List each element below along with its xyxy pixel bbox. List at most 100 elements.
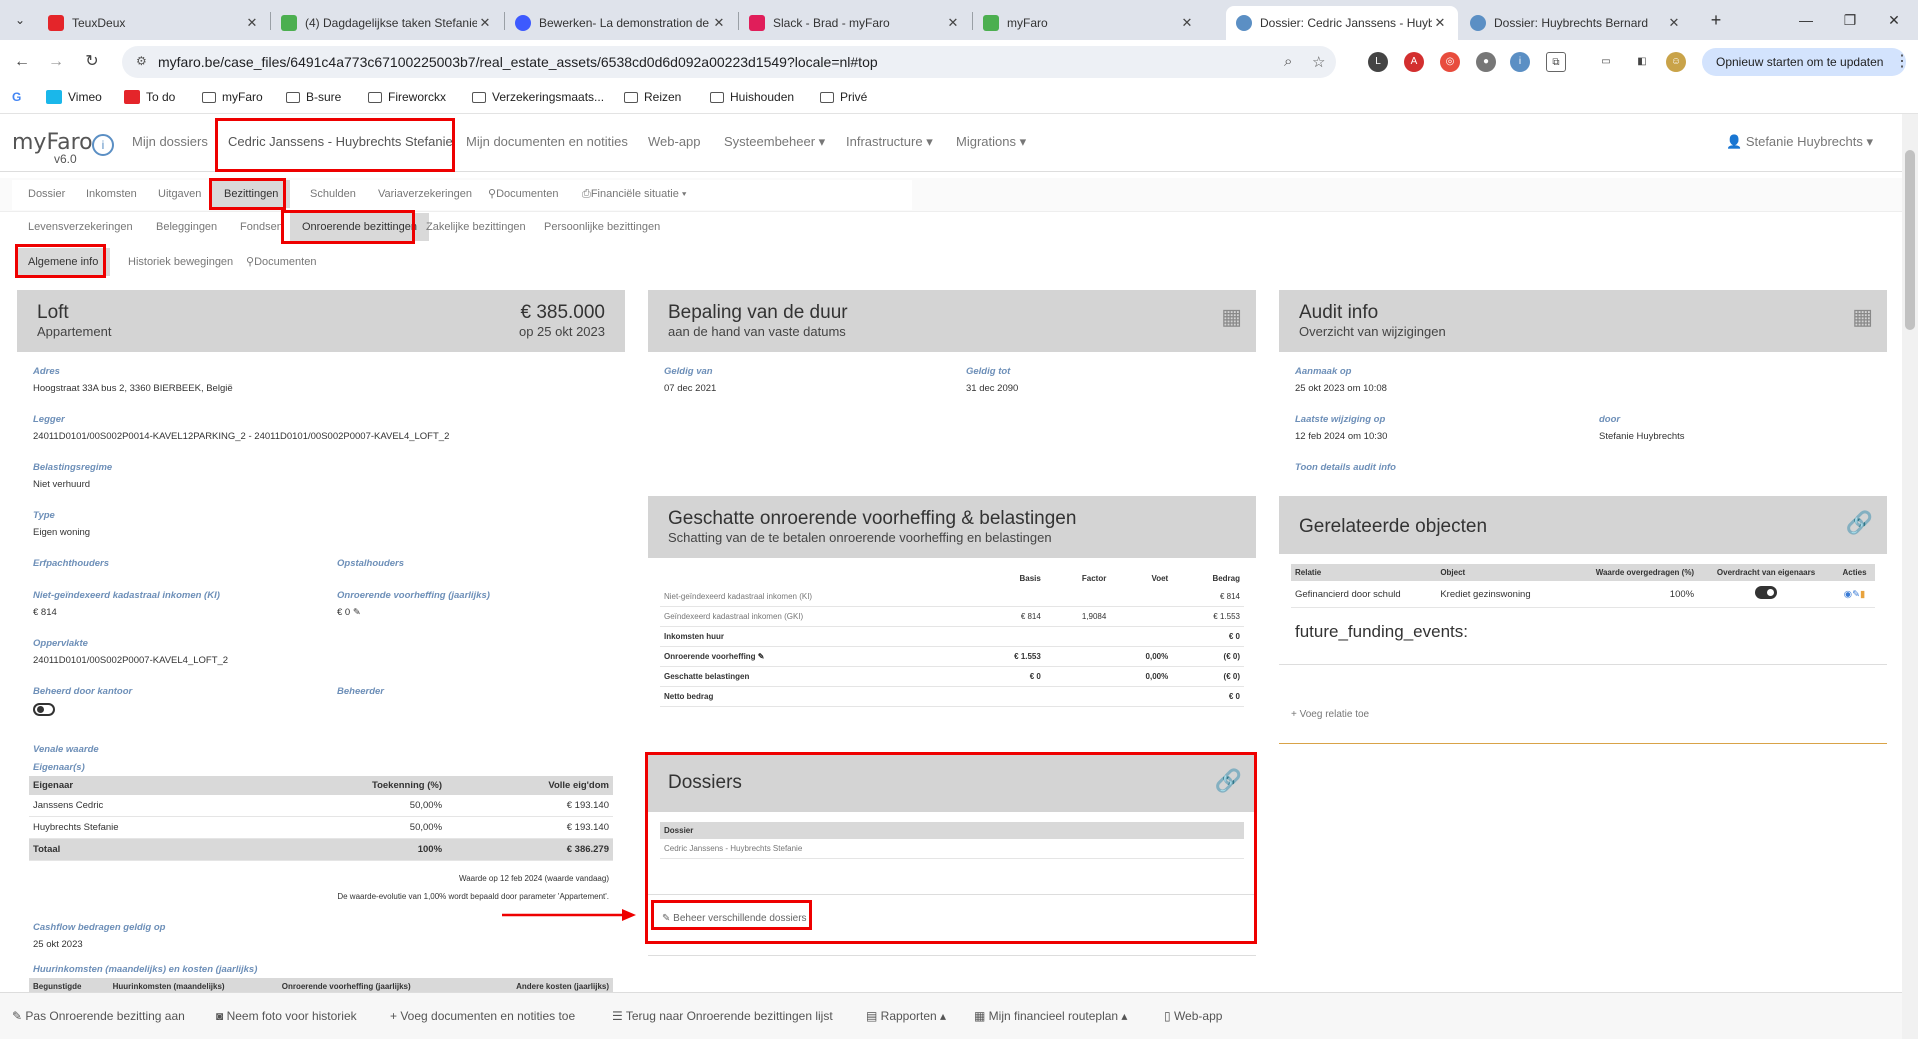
nav-mijn-dossiers[interactable]: Mijn dossiers [132, 134, 208, 149]
bookmark-star-icon[interactable]: ☆ [1312, 53, 1325, 71]
sidepanel-icon[interactable]: ◧ [1632, 52, 1652, 72]
forward-icon[interactable]: → [44, 50, 68, 74]
back-to-list-button[interactable]: ☰ Terug naar Onroerende bezittingen lijs… [612, 1009, 833, 1023]
tab-persoonlijke-bezittingen[interactable]: Persoonlijke bezittingen [532, 213, 672, 241]
bookmark-prive[interactable]: Privé [820, 90, 867, 104]
cast-icon[interactable]: ▭ [1596, 52, 1616, 72]
update-button[interactable]: Opnieuw starten om te updaten [1702, 48, 1906, 76]
extension-icon[interactable]: ◎ [1440, 52, 1460, 72]
close-icon[interactable]: ✕ [244, 15, 260, 31]
browser-tab[interactable]: (4) Dagdagelijkse taken Stefanie ✕ [271, 6, 503, 40]
beheerd-toggle[interactable] [33, 703, 55, 716]
nav-migrations[interactable]: Migrations ▾ [956, 134, 1026, 150]
minimize-icon[interactable]: — [1786, 6, 1826, 34]
extension-icon[interactable]: L [1368, 52, 1388, 72]
google-icon[interactable]: G [12, 90, 21, 104]
nav-webapp[interactable]: Web-app [648, 134, 701, 149]
bookmark-huishouden[interactable]: Huishouden [710, 90, 794, 104]
tab-search-icon[interactable]: ⌄ [8, 8, 32, 32]
slack-icon [749, 15, 765, 31]
geldig-van-value: 07 dec 2021 [664, 383, 717, 394]
adblock-icon[interactable]: A [1404, 52, 1424, 72]
extension-icon[interactable]: ● [1476, 52, 1496, 72]
subnav-primary: Dossier Inkomsten Uitgaven Bezittingen S… [12, 180, 912, 210]
browser-tab-active[interactable]: Dossier: Cedric Janssens - Huyb ✕ [1226, 6, 1458, 40]
audit-details-link[interactable]: Toon details audit info [1295, 462, 1396, 473]
tab-documenten[interactable]: ⚲Documenten [476, 180, 570, 208]
close-icon[interactable]: ✕ [945, 15, 961, 31]
close-icon[interactable]: ✕ [1432, 15, 1448, 31]
print-icon: ⎙ [582, 188, 591, 200]
tab-uitgaven[interactable]: Uitgaven [146, 180, 213, 208]
highlight-box [215, 118, 455, 172]
add-relation-button[interactable]: + Voeg relatie toe [1291, 709, 1369, 720]
tab-variaverzekeringen[interactable]: Variaverzekeringen [366, 180, 484, 208]
tab-financiele-situatie[interactable]: ⎙Financiële situatie ▾ [570, 180, 699, 208]
calendar-icon: ▦ [1221, 304, 1242, 329]
address-bar[interactable]: ⚙ myfaro.be/case_files/6491c4a773c671002… [122, 46, 1336, 78]
geldig-tot-value: 31 dec 2090 [966, 383, 1019, 394]
tab-documenten-sub[interactable]: ⚲Documenten [234, 248, 328, 276]
audit-panel: Audit info Overzicht van wijzigingen ▦ A… [1279, 290, 1887, 473]
loft-title: Loft [37, 302, 69, 323]
page-scrollbar[interactable] [1902, 114, 1918, 1039]
tab-historiek[interactable]: Historiek bewegingen [116, 248, 245, 276]
overdracht-toggle[interactable] [1755, 586, 1778, 599]
new-tab-button[interactable]: + [1704, 8, 1728, 32]
bookmark-myfaro[interactable]: myFaro [202, 90, 263, 104]
site-info-icon[interactable]: ⚙ [136, 54, 147, 68]
bookmark-verzekering[interactable]: Verzekeringsmaats... [472, 90, 604, 104]
edit-icon[interactable]: ✎ [1852, 589, 1860, 600]
browser-tab[interactable]: Bewerken- La demonstration de ✕ [505, 6, 737, 40]
bookmark-fireworckx[interactable]: Fireworckx [368, 90, 446, 104]
browser-tab[interactable]: TeuxDeux ✕ [38, 6, 270, 40]
myfaro-extension-icon[interactable]: i [1510, 52, 1530, 72]
tab-schulden[interactable]: Schulden [298, 180, 368, 208]
nav-infrastructure[interactable]: Infrastructure ▾ [846, 134, 933, 150]
close-icon[interactable]: ✕ [1666, 15, 1682, 31]
tab-zakelijke-bezittingen[interactable]: Zakelijke bezittingen [414, 213, 538, 241]
bookmark-bsure[interactable]: B-sure [286, 90, 341, 104]
bookmark-todo[interactable]: To do [124, 90, 175, 104]
close-icon[interactable]: ✕ [1179, 15, 1195, 31]
browser-tab[interactable]: myFaro ✕ [973, 6, 1205, 40]
tab-beleggingen[interactable]: Beleggingen [144, 213, 229, 241]
webapp-button[interactable]: ▯ Web-app [1164, 1009, 1222, 1023]
bookmark-reizen[interactable]: Reizen [624, 90, 681, 104]
close-icon[interactable]: ✕ [711, 15, 727, 31]
brand-logo[interactable]: myFaro [12, 130, 93, 155]
nav-systeembeheer[interactable]: Systeembeheer ▾ [724, 134, 825, 150]
avatar[interactable]: ☺ [1666, 52, 1686, 72]
tab-levensverzekeringen[interactable]: Levensverzekeringen [16, 213, 145, 241]
menu-icon[interactable]: ⋮ [1890, 50, 1914, 74]
url-text[interactable]: myfaro.be/case_files/6491c4a773c67100225… [158, 54, 878, 70]
window-close-icon[interactable]: ✕ [1874, 6, 1914, 34]
nav-documenten[interactable]: Mijn documenten en notities [466, 134, 628, 149]
close-icon[interactable]: ✕ [477, 15, 493, 31]
eye-icon[interactable]: ◉ [1844, 589, 1852, 600]
table-row: Geschatte belastingen € 0 0,00% (€ 0) [660, 666, 1244, 687]
tab-dossier[interactable]: Dossier [16, 180, 77, 208]
routeplan-dropdown[interactable]: ▦ Mijn financieel routeplan ▴ [974, 1009, 1127, 1023]
version-label: v6.0 [54, 152, 77, 166]
add-documents-button[interactable]: + Voeg documenten en notities toe [390, 1009, 575, 1023]
puzzle-icon[interactable]: ⧉ [1546, 52, 1566, 72]
reload-icon[interactable]: ↻ [80, 50, 104, 74]
tab-inkomsten[interactable]: Inkomsten [74, 180, 149, 208]
reports-dropdown[interactable]: ▤ Rapporten ▴ [866, 1009, 946, 1023]
user-menu[interactable]: 👤 Stefanie Huybrechts ▾ [1726, 134, 1873, 150]
back-icon[interactable]: ← [10, 50, 34, 74]
pen-icon [983, 15, 999, 31]
edit-property-button[interactable]: ✎ Pas Onroerende bezitting aan [12, 1009, 185, 1023]
zoom-icon[interactable]: ⌕ [1284, 53, 1292, 70]
myfaro-icon [1236, 15, 1252, 31]
scrollbar-thumb[interactable] [1905, 150, 1915, 330]
browser-tab[interactable]: Slack - Brad - myFaro ✕ [739, 6, 971, 40]
restore-icon[interactable]: ❐ [1830, 6, 1870, 34]
take-photo-button[interactable]: ◙ Neem foto voor historiek [216, 1009, 357, 1023]
browser-tab[interactable]: Dossier: Huybrechts Bernard ✕ [1460, 6, 1692, 40]
ov-value[interactable]: € 0 ✎ [337, 607, 361, 618]
bookmark-vimeo[interactable]: Vimeo [46, 90, 102, 104]
trash-icon[interactable]: ▮ [1860, 589, 1865, 600]
link-icon[interactable]: 🔗 [1846, 510, 1873, 536]
